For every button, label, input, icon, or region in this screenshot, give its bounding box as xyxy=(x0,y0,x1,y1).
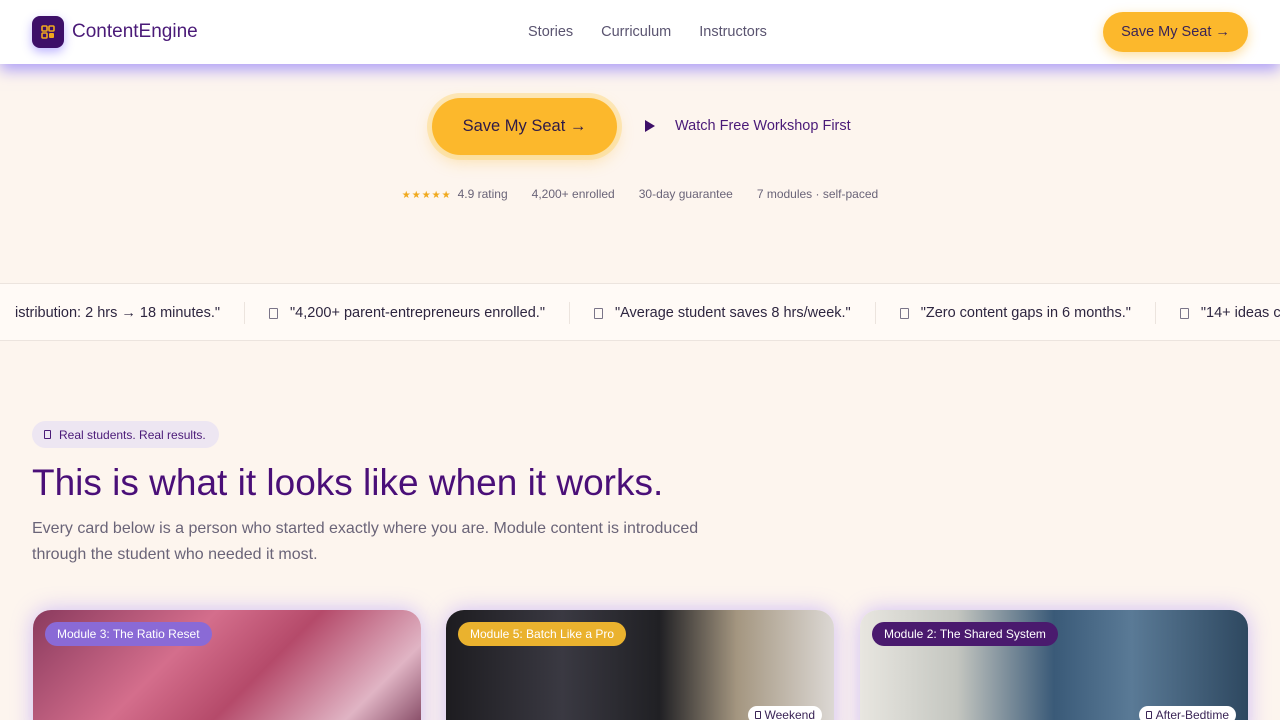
watch-workshop-link[interactable]: Watch Free Workshop First xyxy=(645,118,851,134)
header-save-seat-button[interactable]: Save My Seat → xyxy=(1103,12,1248,52)
quote-icon xyxy=(269,307,279,319)
brand[interactable]: ContentEngine xyxy=(32,16,198,48)
stat-enrolled: 4,200+ enrolled xyxy=(531,187,615,201)
hero-save-seat-button[interactable]: Save My Seat → xyxy=(432,98,617,155)
module-pill: Module 2: The Shared System xyxy=(872,622,1058,646)
badge-icon xyxy=(44,430,51,439)
calendar-icon xyxy=(754,711,761,719)
schedule-tag: After-Bedtime xyxy=(1138,706,1236,720)
student-card[interactable]: Module 2: The Shared System After-Bedtim… xyxy=(860,610,1248,720)
ticker-track: istribution: 2 hrs → 18 minutes." "4,200… xyxy=(0,284,1280,340)
ticker-item: "Average student saves 8 hrs/week." xyxy=(570,302,876,324)
watch-workshop-label: Watch Free Workshop First xyxy=(675,118,851,134)
testimonial-ticker: istribution: 2 hrs → 18 minutes." "4,200… xyxy=(0,283,1280,341)
section-badge: Real students. Real results. xyxy=(32,421,219,448)
nav-link-curriculum[interactable]: Curriculum xyxy=(601,24,671,40)
stat-modules: 7 modules · self-paced xyxy=(756,187,879,201)
quote-icon xyxy=(1179,307,1189,319)
brand-name: ContentEngine xyxy=(72,21,198,42)
stat-guarantee: 30-day guarantee xyxy=(638,187,733,201)
moon-icon xyxy=(1145,711,1152,719)
module-pill: Module 3: The Ratio Reset xyxy=(45,622,212,646)
quote-icon xyxy=(899,307,909,319)
nav-link-stories[interactable]: Stories xyxy=(528,24,573,40)
logo-icon xyxy=(32,16,64,48)
hero-stats: ★★★★★ 4.9 rating 4,200+ enrolled 30-day g… xyxy=(0,187,1280,201)
play-icon xyxy=(645,120,655,132)
student-card[interactable]: Module 5: Batch Like a Pro Weekend xyxy=(446,610,834,720)
quote-icon xyxy=(593,307,603,319)
nav-link-instructors[interactable]: Instructors xyxy=(699,24,767,40)
ticker-item: istribution: 2 hrs → 18 minutes." xyxy=(0,302,246,324)
section-title: This is what it looks like when it works… xyxy=(32,462,664,503)
ticker-item: "4,200+ parent-entrepreneurs enrolled." xyxy=(245,302,570,324)
star-rating-icon: ★★★★★ xyxy=(401,190,452,201)
stat-rating: ★★★★★ 4.9 rating xyxy=(401,187,508,201)
ticker-item: "14+ ideas captured p xyxy=(1156,302,1280,324)
section-subtitle: Every card below is a person who started… xyxy=(32,520,699,563)
ticker-item: "Zero content gaps in 6 months." xyxy=(876,302,1156,324)
student-card[interactable]: Module 3: The Ratio Reset xyxy=(33,610,421,720)
main-nav: Stories Curriculum Instructors xyxy=(528,0,767,64)
module-pill: Module 5: Batch Like a Pro xyxy=(458,622,627,646)
schedule-tag: Weekend xyxy=(747,706,822,720)
site-header: ContentEngine Stories Curriculum Instruc… xyxy=(0,0,1280,64)
